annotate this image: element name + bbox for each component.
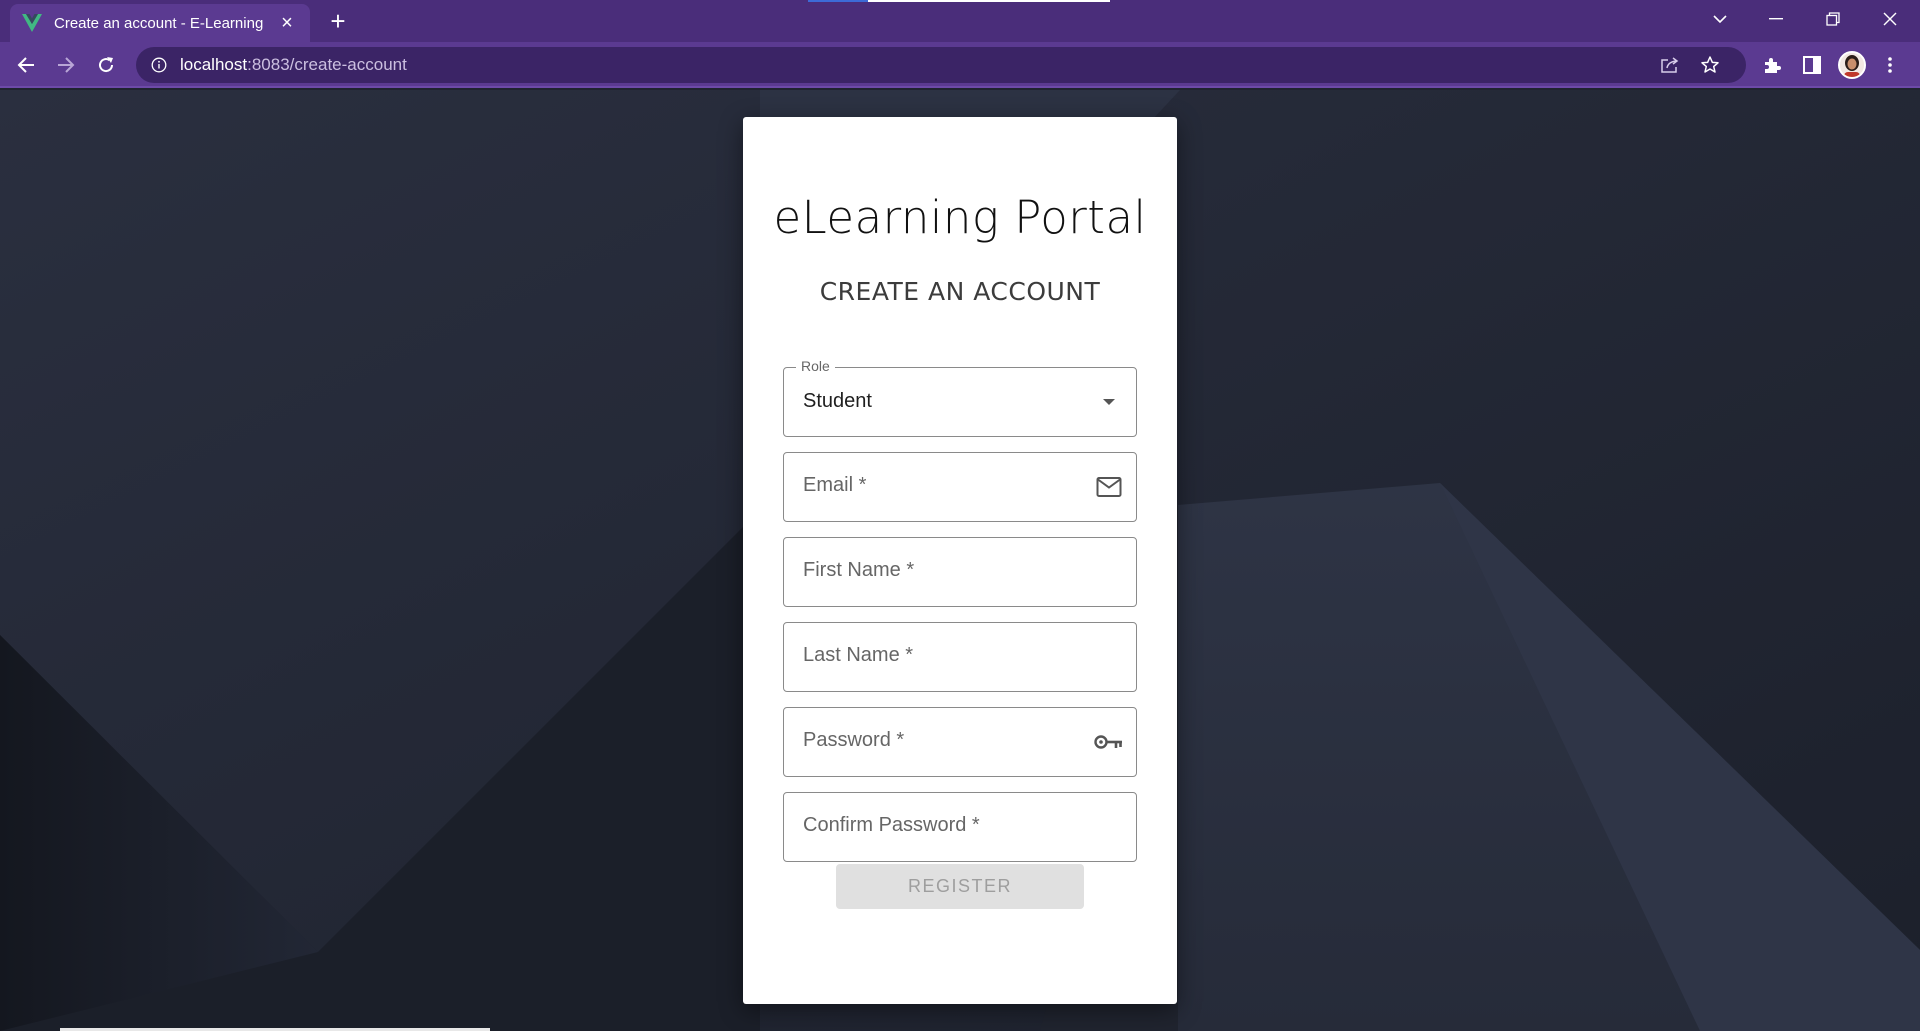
- page-viewport: eLearning Portal CREATE AN ACCOUNT Role …: [0, 90, 1920, 1031]
- new-tab-button[interactable]: +: [322, 6, 354, 38]
- reload-icon[interactable]: [90, 49, 122, 81]
- role-legend: Role: [796, 358, 835, 374]
- tab-search-icon[interactable]: [1692, 0, 1748, 38]
- bookmark-star-icon[interactable]: [1698, 53, 1722, 77]
- brand-title: eLearning Portal: [773, 191, 1147, 244]
- browser-menu-icon[interactable]: [1876, 51, 1904, 79]
- first-name-label: First Name *: [803, 559, 915, 581]
- vue-favicon-icon: [22, 13, 42, 33]
- avatar-image: [1838, 51, 1866, 79]
- password-field[interactable]: Password *: [783, 707, 1137, 777]
- page-subtitle: CREATE AN ACCOUNT: [819, 277, 1101, 306]
- address-bar[interactable]: localhost:8083/create-account: [136, 47, 1746, 83]
- password-label: Password *: [803, 729, 905, 751]
- first-name-field[interactable]: First Name *: [783, 537, 1137, 607]
- minimize-icon[interactable]: [1748, 0, 1804, 38]
- role-select[interactable]: Role Student: [783, 358, 1137, 437]
- email-field[interactable]: Email *: [783, 452, 1137, 522]
- email-label: Email *: [803, 474, 867, 496]
- close-window-icon[interactable]: [1862, 0, 1918, 38]
- confirm-password-field[interactable]: Confirm Password *: [783, 792, 1137, 862]
- url-text[interactable]: localhost:8083/create-account: [180, 55, 407, 75]
- tab-title: Create an account - E-Learning: [54, 14, 264, 32]
- last-name-field[interactable]: Last Name *: [783, 622, 1137, 692]
- create-account-card: eLearning Portal CREATE AN ACCOUNT Role …: [743, 117, 1177, 1004]
- browser-tab-active[interactable]: Create an account - E-Learning ×: [10, 4, 310, 42]
- register-button[interactable]: REGISTER: [836, 864, 1084, 909]
- key-icon: [1094, 728, 1124, 756]
- confirm-password-label: Confirm Password *: [803, 814, 980, 836]
- back-arrow-icon[interactable]: [10, 49, 42, 81]
- forward-arrow-icon[interactable]: [50, 49, 82, 81]
- dropdown-arrow-icon[interactable]: [1094, 388, 1124, 416]
- mail-icon: [1094, 473, 1124, 501]
- url-host: localhost: [180, 55, 248, 74]
- close-tab-icon[interactable]: ×: [276, 13, 298, 33]
- side-panel-icon[interactable]: [1798, 51, 1826, 79]
- last-name-label: Last Name *: [803, 644, 914, 666]
- profile-avatar[interactable]: [1838, 51, 1866, 79]
- role-value: Student: [803, 390, 872, 412]
- url-path: :8083/create-account: [247, 55, 407, 74]
- restore-icon[interactable]: [1805, 0, 1861, 38]
- browser-titlebar: Create an account - E-Learning × +: [0, 0, 1920, 42]
- progress-indicator-track: [868, 0, 1110, 2]
- browser-toolbar: localhost:8083/create-account: [0, 42, 1920, 88]
- progress-indicator: [808, 0, 868, 2]
- extensions-puzzle-icon[interactable]: [1758, 51, 1786, 79]
- site-info-icon[interactable]: [150, 56, 168, 74]
- share-icon[interactable]: [1658, 53, 1682, 77]
